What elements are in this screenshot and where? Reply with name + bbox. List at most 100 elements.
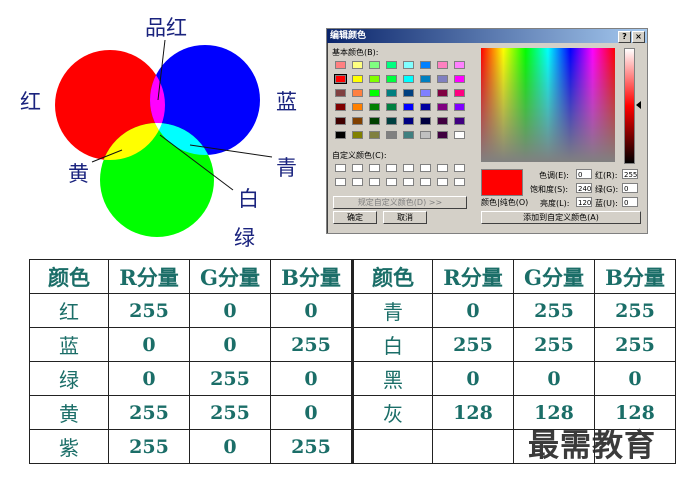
basic-color-swatch[interactable] [454,75,465,83]
basic-color-swatch[interactable] [420,117,431,125]
custom-color-swatch[interactable] [437,178,448,186]
component-value-cell: 0 [108,327,190,362]
basic-color-swatch[interactable] [386,117,397,125]
color-spectrum[interactable] [481,48,615,162]
lum-field[interactable]: 120 [576,197,592,207]
basic-color-swatch[interactable] [420,131,431,139]
basic-color-swatch[interactable] [403,131,414,139]
basic-color-swatch[interactable] [352,117,363,125]
basic-color-swatch[interactable] [437,75,448,83]
component-value-cell: 0 [108,361,190,396]
component-value-cell: 0 [432,361,514,396]
table-row: 绿 0 255 0 黑 0 0 0 [29,361,676,396]
basic-color-swatch[interactable] [437,103,448,111]
basic-color-swatch[interactable] [437,89,448,97]
basic-color-swatch[interactable] [352,89,363,97]
green-label: 绿(G): [595,185,619,194]
ok-button[interactable]: 确定 [333,211,377,224]
custom-color-swatch[interactable] [454,178,465,186]
custom-color-swatch[interactable] [420,178,431,186]
custom-colors-label: 自定义颜色(C): [332,151,387,160]
basic-color-swatch[interactable] [352,75,363,83]
basic-color-swatch[interactable] [386,89,397,97]
basic-color-swatch[interactable] [369,89,380,97]
custom-color-swatch[interactable] [403,164,414,172]
sat-field[interactable]: 240 [576,183,592,193]
custom-color-swatch[interactable] [437,164,448,172]
basic-color-swatch[interactable] [386,75,397,83]
basic-color-swatch[interactable] [403,75,414,83]
custom-color-swatch[interactable] [386,164,397,172]
color-solid-label: 颜色|纯色(O) [481,198,529,207]
basic-color-swatch[interactable] [334,74,347,84]
custom-color-swatch[interactable] [454,164,465,172]
custom-color-swatch[interactable] [335,178,346,186]
close-button[interactable]: × [632,31,645,43]
component-value-cell: 0 [189,293,271,328]
component-value-cell: 255 [513,327,595,362]
basic-color-swatch[interactable] [386,131,397,139]
custom-color-swatch[interactable] [403,178,414,186]
basic-color-swatch[interactable] [352,131,363,139]
basic-color-swatch[interactable] [403,117,414,125]
basic-color-swatch[interactable] [420,89,431,97]
custom-color-swatch[interactable] [420,164,431,172]
custom-color-swatch[interactable] [352,164,363,172]
basic-color-swatch[interactable] [335,61,346,69]
blue-field[interactable]: 0 [622,197,638,207]
color-name-cell: 黑 [351,361,433,396]
cancel-button[interactable]: 取消 [383,211,427,224]
basic-color-swatch[interactable] [420,103,431,111]
define-custom-colors-button[interactable]: 规定自定义颜色(D) >> [333,196,467,209]
red-label: 红(R): [595,171,618,180]
label-white: 白 [238,187,259,211]
basic-color-swatch[interactable] [369,117,380,125]
basic-color-swatch[interactable] [386,103,397,111]
basic-color-swatch[interactable] [369,75,380,83]
basic-color-swatch[interactable] [437,131,448,139]
basic-colors-label: 基本颜色(B): [332,48,379,57]
add-to-custom-colors-button[interactable]: 添加到自定义颜色(A) [481,211,641,224]
basic-color-swatch[interactable] [386,61,397,69]
luminance-arrow-icon[interactable] [636,101,641,109]
basic-color-swatch[interactable] [454,117,465,125]
component-value-cell: 0 [513,361,595,396]
header-cell: R分量 [432,259,514,294]
luminance-slider[interactable] [624,48,635,164]
basic-color-swatch[interactable] [454,131,465,139]
custom-color-swatch[interactable] [335,164,346,172]
basic-color-swatch[interactable] [335,89,346,97]
custom-color-swatch[interactable] [386,178,397,186]
basic-color-swatch[interactable] [454,61,465,69]
basic-color-swatch[interactable] [403,89,414,97]
custom-color-swatch[interactable] [369,178,380,186]
component-value-cell: 255 [270,327,353,362]
basic-color-swatch[interactable] [369,103,380,111]
component-value-cell: 255 [594,327,676,362]
basic-color-swatch[interactable] [454,89,465,97]
red-field[interactable]: 255 [622,169,638,179]
basic-color-swatch[interactable] [369,131,380,139]
hue-field[interactable]: 0 [576,169,592,179]
component-value-cell: 255 [594,293,676,328]
component-value-cell: 0 [270,361,353,396]
basic-color-swatch[interactable] [335,131,346,139]
basic-color-swatch[interactable] [420,75,431,83]
custom-color-swatch[interactable] [369,164,380,172]
basic-color-swatch[interactable] [369,61,380,69]
custom-color-swatch[interactable] [352,178,363,186]
basic-color-swatch[interactable] [420,61,431,69]
basic-color-swatch[interactable] [437,117,448,125]
basic-color-swatch[interactable] [352,103,363,111]
basic-color-swatch[interactable] [335,103,346,111]
basic-color-swatch[interactable] [403,61,414,69]
component-value-cell: 0 [189,327,271,362]
basic-color-swatch[interactable] [403,103,414,111]
basic-color-swatch[interactable] [335,117,346,125]
color-preview [481,169,523,196]
basic-color-swatch[interactable] [352,61,363,69]
basic-color-swatch[interactable] [437,61,448,69]
help-button[interactable]: ? [618,31,631,43]
basic-color-swatch[interactable] [454,103,465,111]
green-field[interactable]: 0 [622,183,638,193]
